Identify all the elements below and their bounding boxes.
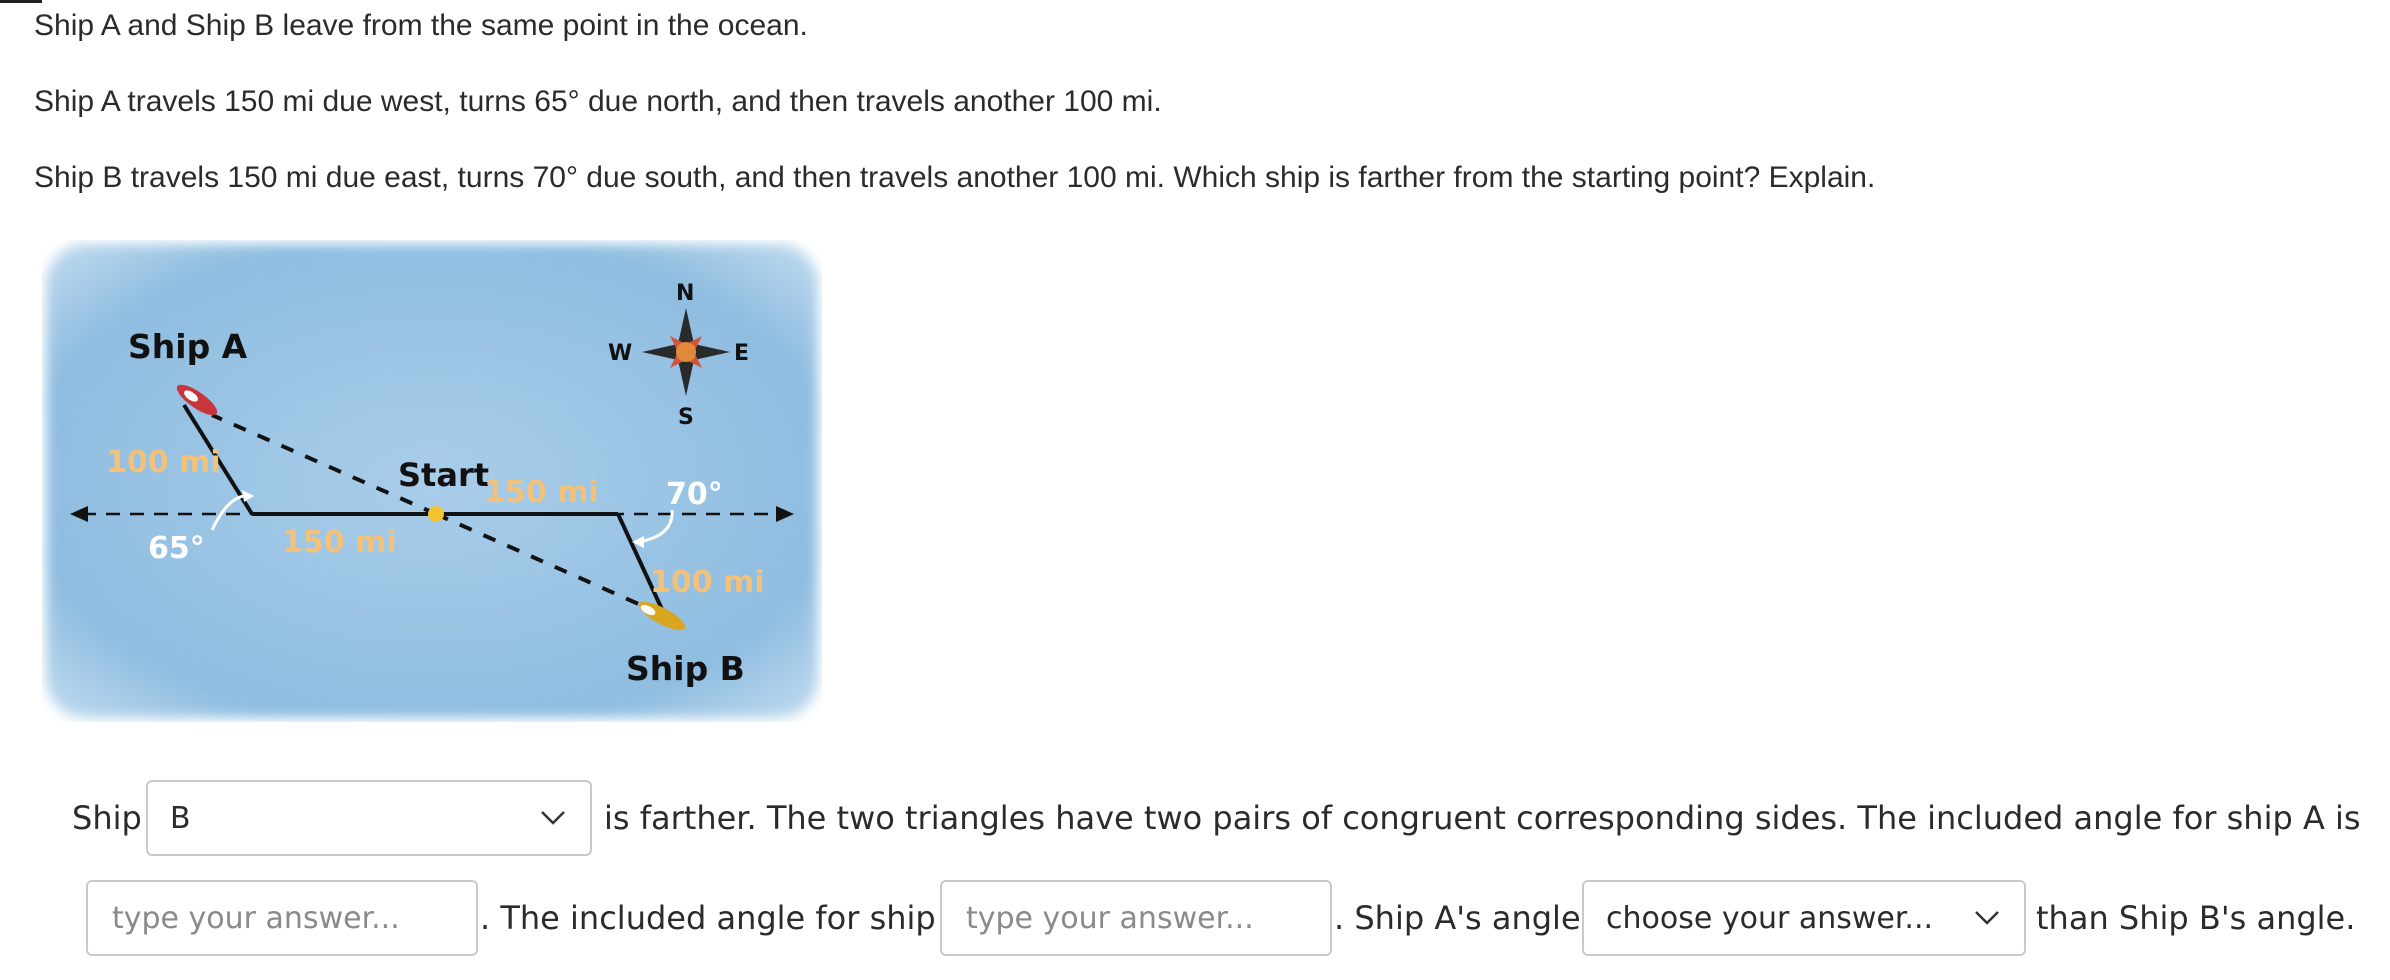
question-line-1: Ship A and Ship B leave from the same po…	[34, 9, 808, 42]
angle-comparison-select[interactable]: choose your answer...	[1582, 880, 2026, 956]
chevron-down-icon	[1972, 903, 2002, 933]
ship-a-angle-label: 65°	[148, 531, 205, 566]
ship-b-angle-input[interactable]	[940, 880, 1332, 956]
closing-text: than Ship B's angle.	[2036, 899, 2356, 937]
ship-diagram: Ship A Ship B Start N S E W 100 mi 150 m…	[42, 240, 822, 722]
ship-b-angle-label: 70°	[666, 477, 723, 512]
chevron-down-icon	[538, 803, 568, 833]
angle-comparison-select-value: choose your answer...	[1606, 900, 1934, 936]
start-point-marker	[428, 506, 444, 522]
ship-a-label: Ship A	[128, 327, 248, 366]
compass-south-label: S	[678, 405, 694, 430]
ship-a-angle-compare-text: . Ship A's angle is	[1334, 899, 1617, 937]
ship-diagram-svg: Ship A Ship B Start N S E W 100 mi 150 m…	[46, 244, 818, 718]
compass-east-label: E	[734, 341, 749, 366]
start-label: Start	[398, 456, 489, 494]
ship-a-angle-input[interactable]	[86, 880, 478, 956]
ship-b-angle-prompt-text: . The included angle for ship B is	[480, 899, 1004, 937]
ship-b-leg-2-label: 100 mi	[650, 565, 765, 600]
corner-mark	[0, 0, 42, 3]
question-line-2: Ship A travels 150 mi due west, turns 65…	[34, 85, 1162, 118]
ship-a-leg-1-label: 150 mi	[282, 525, 397, 560]
ship-select-value: B	[170, 800, 191, 836]
farther-explanation-text: is farther. The two triangles have two p…	[604, 799, 2361, 837]
ship-b-leg-1-label: 150 mi	[484, 475, 599, 510]
ship-b-label: Ship B	[626, 649, 745, 688]
question-line-3: Ship B travels 150 mi due east, turns 70…	[34, 161, 1876, 194]
ship-prefix-text: Ship	[72, 799, 142, 837]
compass-west-label: W	[608, 341, 632, 366]
compass-north-label: N	[676, 281, 694, 306]
ship-select[interactable]: B	[146, 780, 592, 856]
ship-a-leg-2-label: 100 mi	[106, 445, 221, 480]
